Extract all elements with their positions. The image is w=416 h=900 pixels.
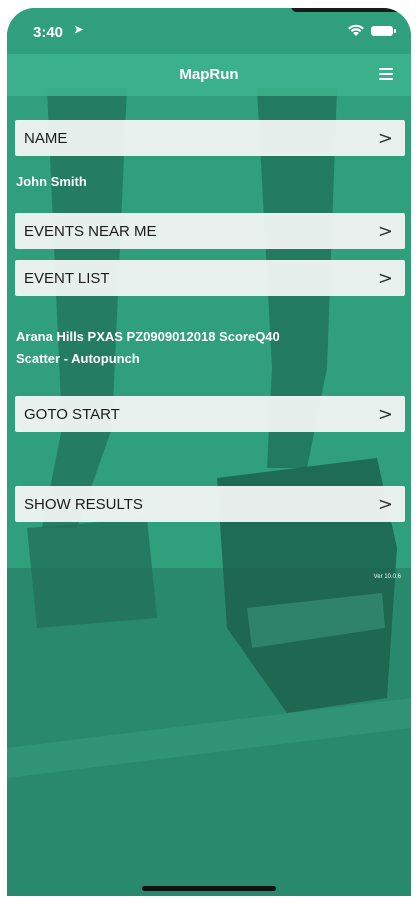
selected-event-line1: Arana Hills PXAS PZ0909012018 ScoreQ40 (16, 329, 280, 344)
selected-event-line2: Scatter - Autopunch (16, 351, 140, 366)
event-list-label: EVENT LIST (24, 269, 110, 287)
chevron-right-icon: > (377, 267, 393, 289)
status-bar: 3:40 ➤ (7, 8, 411, 54)
goto-start-label: GOTO START (24, 405, 120, 423)
wifi-icon (348, 24, 364, 36)
battery-icon (371, 25, 396, 36)
chevron-right-icon: > (377, 493, 393, 515)
home-indicator[interactable] (142, 886, 276, 891)
nav-bar: MapRun (7, 54, 411, 96)
name-label: NAME (24, 129, 68, 147)
selected-event: Arana Hills PXAS PZ0909012018 ScoreQ40 S… (16, 326, 396, 370)
app-screen: 3:40 ➤ MapRun NAME > John Smith EVENTS N… (7, 8, 411, 896)
menu-icon[interactable] (379, 68, 393, 80)
name-button[interactable]: NAME > (15, 120, 405, 156)
events-near-me-button[interactable]: EVENTS NEAR ME > (15, 213, 405, 249)
goto-start-button[interactable]: GOTO START > (15, 396, 405, 432)
chevron-right-icon: > (377, 403, 393, 425)
event-list-button[interactable]: EVENT LIST > (15, 260, 405, 296)
chevron-right-icon: > (377, 127, 393, 149)
version-label: Ver 10.0.6 (373, 574, 401, 580)
events-near-me-label: EVENTS NEAR ME (24, 222, 157, 240)
location-arrow-icon: ➤ (74, 24, 84, 36)
user-name: John Smith (16, 174, 87, 189)
page-title: MapRun (179, 66, 239, 83)
chevron-right-icon: > (377, 220, 393, 242)
status-time: 3:40 (33, 24, 64, 41)
show-results-button[interactable]: SHOW RESULTS > (15, 486, 405, 522)
show-results-label: SHOW RESULTS (24, 495, 143, 513)
